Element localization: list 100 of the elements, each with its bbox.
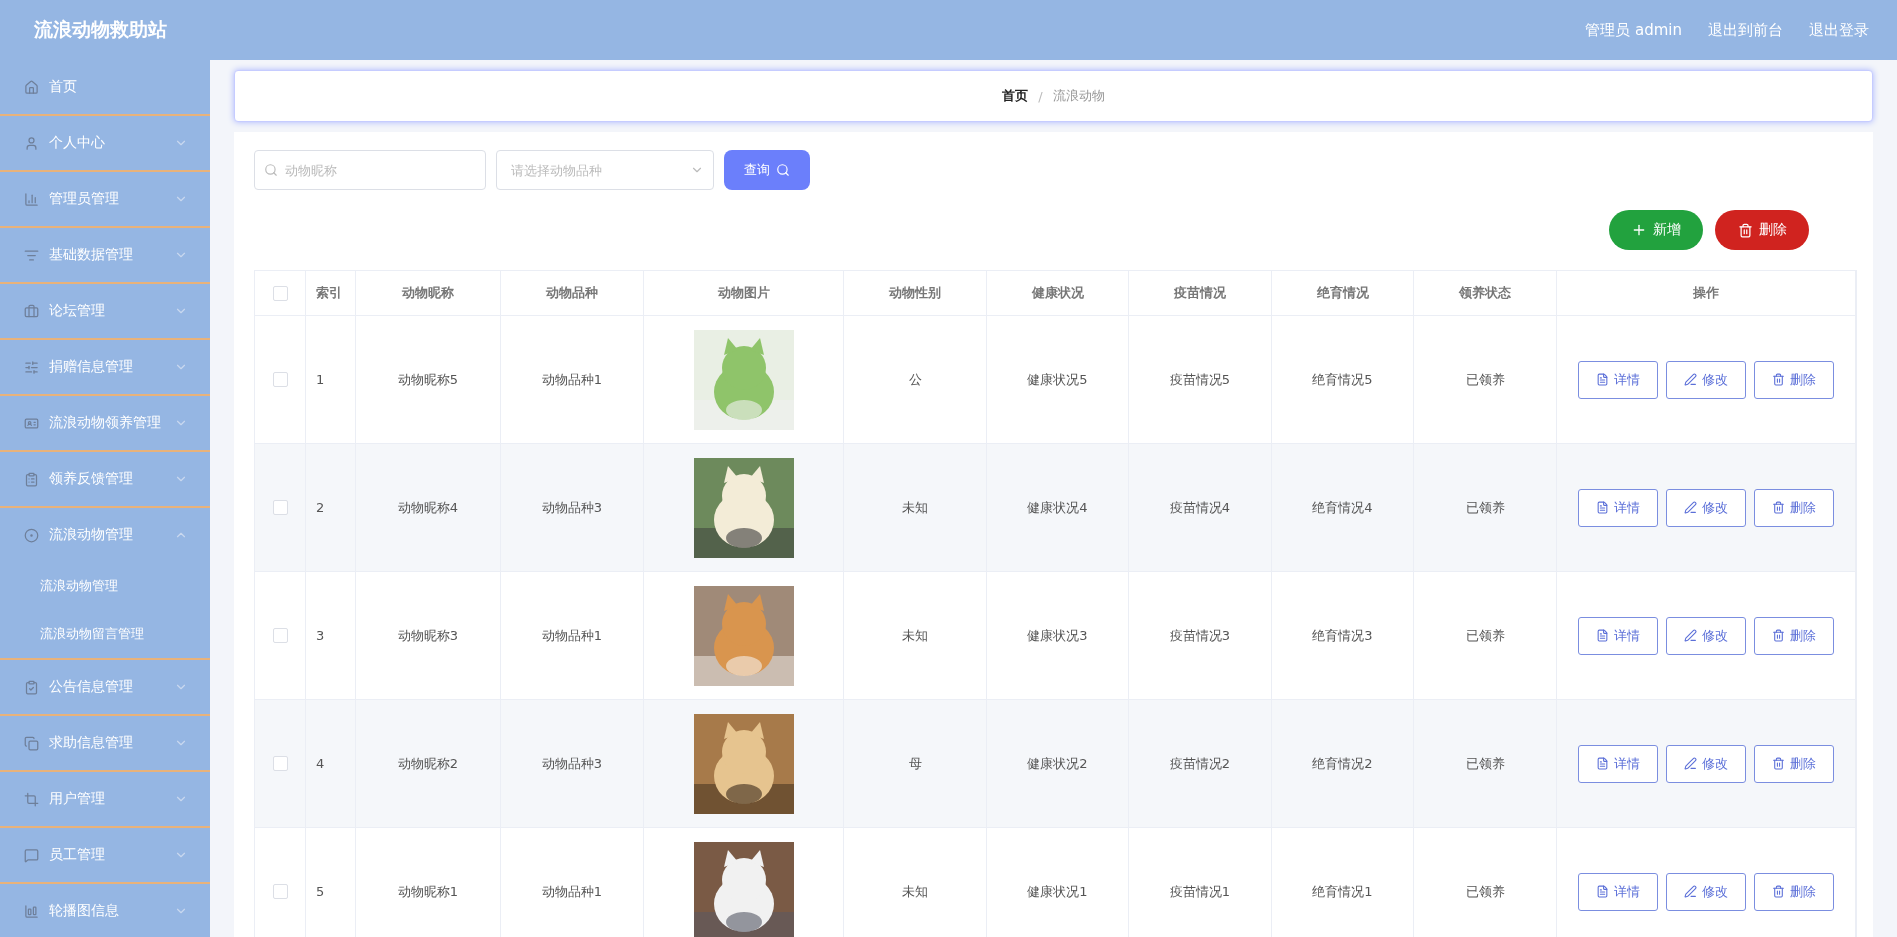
sidebar-item[interactable]: 轮播图信息 [0, 884, 210, 937]
table-cell: 疫苗情况3 [1169, 626, 1231, 645]
delete-button[interactable]: 删除 [1754, 872, 1834, 911]
target-icon [24, 527, 39, 543]
header-link[interactable]: 退出到前台 [1708, 20, 1783, 40]
sidebar-item[interactable]: 公告信息管理 [0, 660, 210, 716]
trash-icon [1772, 885, 1785, 898]
table-cell: 健康状况4 [1027, 498, 1088, 517]
edit-button[interactable]: 修改 [1666, 872, 1746, 911]
table-cell: 疫苗情况2 [1169, 754, 1231, 773]
table-cell: 2 [316, 500, 325, 515]
table-cell: 4 [316, 756, 325, 771]
table-cell: 已领养 [1465, 882, 1505, 901]
search-button[interactable]: 查询 [724, 150, 810, 190]
search-icon [776, 163, 790, 177]
edit-button[interactable]: 修改 [1666, 616, 1746, 655]
delete-button[interactable]: 删除 [1754, 616, 1834, 655]
clipboard-check-icon [24, 679, 39, 695]
card-icon [24, 415, 39, 431]
checkbox[interactable] [272, 756, 288, 771]
add-button[interactable]: 新增 [1609, 210, 1703, 250]
trash-icon [1772, 757, 1785, 770]
home-icon [24, 79, 39, 95]
table-cell: 3 [316, 628, 325, 643]
sidebar-item[interactable]: 流浪动物管理 [0, 508, 210, 562]
sidebar-item[interactable]: 管理员管理 [0, 172, 210, 228]
table-cell: 公 [908, 370, 922, 389]
pen-icon [1684, 501, 1697, 514]
table-cell: 已领养 [1465, 370, 1505, 389]
clipboard-icon [24, 471, 39, 487]
table-cell: 未知 [902, 882, 928, 901]
table-cell: 动物昵称2 [397, 754, 459, 773]
header-link[interactable]: 管理员 admin [1585, 20, 1682, 40]
sidebar-item[interactable]: 流浪动物领养管理 [0, 396, 210, 452]
table-cell: 健康状况1 [1027, 882, 1088, 901]
header-link[interactable]: 退出登录 [1809, 20, 1869, 40]
checkbox[interactable] [272, 884, 288, 899]
table-cell: 健康状况5 [1027, 370, 1088, 389]
search-field[interactable]: 动物昵称 [254, 150, 486, 190]
details-button[interactable]: 详情 [1578, 488, 1658, 527]
sidebar-item[interactable]: 基础数据管理 [0, 228, 210, 284]
table-cell: 未知 [902, 626, 928, 645]
search-icon [264, 163, 278, 177]
trash-icon [1772, 373, 1785, 386]
trash-icon [1737, 222, 1753, 238]
user-icon [24, 135, 39, 151]
details-button[interactable]: 详情 [1578, 360, 1658, 399]
site-title: 流浪动物救助站 [34, 17, 167, 42]
checkbox[interactable] [272, 500, 288, 515]
table-cell: 动物品种1 [541, 370, 603, 389]
sidebar-item[interactable]: 个人中心 [0, 116, 210, 172]
pen-icon [1684, 885, 1697, 898]
details-button[interactable]: 详情 [1578, 744, 1658, 783]
table-cell: 健康状况2 [1027, 754, 1088, 773]
document-icon [1596, 629, 1609, 642]
sidebar-item[interactable]: 论坛管理 [0, 284, 210, 340]
table-cell: 绝育情况1 [1312, 882, 1373, 901]
table-cell: 未知 [902, 498, 928, 517]
sidebar-item[interactable]: 用户管理 [0, 772, 210, 828]
crop-icon [24, 791, 39, 807]
details-button[interactable]: 详情 [1578, 616, 1658, 655]
delete-button[interactable]: 删除 [1754, 488, 1834, 527]
table-cell: 绝育情况3 [1312, 626, 1373, 645]
submenu-item[interactable]: 流浪动物管理 [0, 562, 210, 610]
sidebar-item[interactable]: 员工管理 [0, 828, 210, 884]
edit-button[interactable]: 修改 [1666, 488, 1746, 527]
edit-button[interactable]: 修改 [1666, 744, 1746, 783]
table-cell: 动物品种3 [541, 754, 603, 773]
table-cell: 疫苗情况4 [1169, 498, 1231, 517]
list-icon [24, 247, 39, 263]
sidebar-item[interactable]: 捐赠信息管理 [0, 340, 210, 396]
delete-button[interactable]: 删除 [1754, 360, 1834, 399]
checkbox[interactable] [272, 285, 288, 301]
submenu-item[interactable]: 流浪动物留言管理 [0, 610, 210, 658]
details-button[interactable]: 详情 [1578, 872, 1658, 911]
checkbox[interactable] [272, 628, 288, 643]
table-cell: 已领养 [1465, 626, 1505, 645]
pen-icon [1684, 373, 1697, 386]
breadcrumb-current: 流浪动物 [1052, 87, 1105, 105]
edit-button[interactable]: 修改 [1666, 360, 1746, 399]
table-cell: 动物昵称1 [397, 882, 459, 901]
breed-select[interactable]: 请选择动物品种 [496, 150, 714, 190]
message-icon [24, 847, 39, 863]
table-cell: 母 [908, 754, 922, 773]
sidebar-item[interactable]: 首页 [0, 60, 210, 116]
delete-button[interactable]: 删除 [1715, 210, 1809, 250]
pen-icon [1684, 629, 1697, 642]
table-cell: 绝育情况4 [1312, 498, 1373, 517]
breadcrumb-separator: / [1038, 88, 1043, 104]
copy-icon [24, 735, 39, 751]
table-cell: 健康状况3 [1027, 626, 1088, 645]
sidebar-item[interactable]: 领养反馈管理 [0, 452, 210, 508]
checkbox[interactable] [272, 372, 288, 387]
briefcase-icon [24, 303, 39, 319]
sidebar-item[interactable]: 求助信息管理 [0, 716, 210, 772]
table-cell: 动物昵称3 [397, 626, 459, 645]
table-cell: 绝育情况2 [1312, 754, 1373, 773]
table-cell: 动物品种1 [541, 626, 603, 645]
breadcrumb-link[interactable]: 首页 [1002, 87, 1029, 105]
delete-button[interactable]: 删除 [1754, 744, 1834, 783]
